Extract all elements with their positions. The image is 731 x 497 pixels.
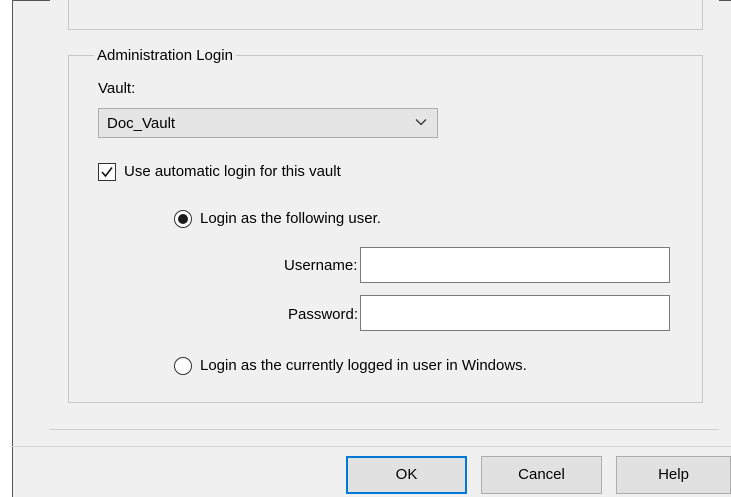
- radio-login-as-windows-user[interactable]: [174, 357, 192, 375]
- radio-login-as-windows-user-label[interactable]: Login as the currently logged in user in…: [200, 357, 527, 374]
- radio-login-as-user-label[interactable]: Login as the following user.: [200, 210, 381, 227]
- auto-login-label[interactable]: Use automatic login for this vault: [124, 163, 341, 180]
- username-label: Username:: [284, 257, 358, 274]
- password-label: Password:: [288, 306, 359, 323]
- vault-label: Vault:: [98, 80, 136, 97]
- username-field[interactable]: [360, 247, 670, 283]
- ok-button[interactable]: OK: [346, 456, 467, 494]
- vault-select-value: Doc_Vault: [107, 115, 176, 132]
- cancel-button[interactable]: Cancel: [481, 456, 602, 494]
- upper-group-box: [68, 0, 703, 30]
- vault-select[interactable]: Doc_Vault: [98, 108, 438, 138]
- checkmark-icon: [101, 167, 113, 178]
- footer-divider: [12, 446, 731, 447]
- chevron-down-icon: [415, 119, 427, 126]
- password-field[interactable]: [360, 295, 670, 331]
- help-button[interactable]: Help: [616, 456, 731, 494]
- radio-login-as-user[interactable]: [174, 210, 192, 228]
- group-title: Administration Login: [94, 47, 236, 64]
- radio-selected-dot: [178, 214, 188, 224]
- auto-login-checkbox[interactable]: [98, 163, 116, 181]
